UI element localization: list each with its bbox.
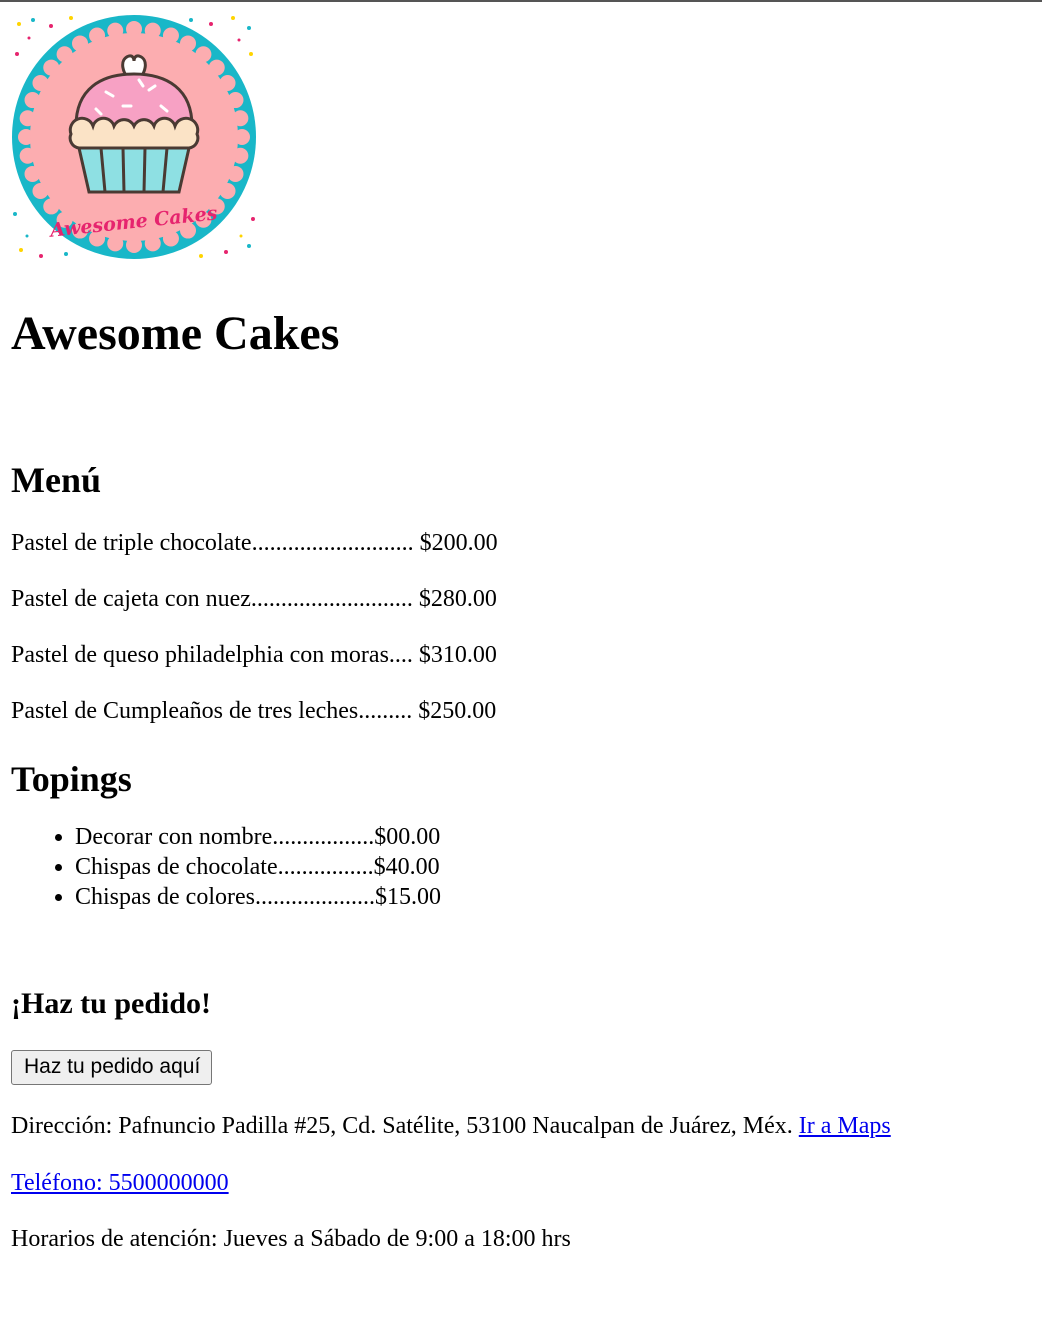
menu-item: Pastel de cajeta con nuez...............… [11, 586, 497, 612]
order-button[interactable]: Haz tu pedido aquí [11, 1050, 213, 1085]
list-item: Chispas de colores....................$1… [75, 882, 1031, 912]
address-text: Dirección: Pafnuncio Padilla #25, Cd. Sa… [11, 1113, 793, 1139]
list-item: Chispas de chocolate................$40.… [75, 852, 1031, 882]
maps-link[interactable]: Ir a Maps [799, 1113, 891, 1139]
menu-heading: Menú [11, 460, 101, 500]
menu-item: Pastel de Cumpleaños de tres leches.....… [11, 698, 497, 724]
phone-link[interactable]: Teléfono: 5500000000 [11, 1170, 229, 1196]
cupcake-cup [77, 146, 191, 194]
page: Awesome Cakes Awesome Cakes Menú Pastel … [0, 14, 1042, 1253]
list-item: Decorar con nombre.................$00.0… [75, 822, 1031, 852]
order-heading: ¡Haz tu pedido! [11, 987, 212, 1020]
menu-list: Pastel de triple chocolate..............… [11, 529, 1031, 725]
topings-heading: Topings [11, 759, 132, 799]
topings-list: Decorar con nombre.................$00.0… [11, 822, 1031, 912]
menu-item: Pastel de triple chocolate..............… [11, 530, 498, 556]
menu-item: Pastel de queso philadelphia con moras..… [11, 642, 497, 668]
hours-text: Horarios de atención: Jueves a Sábado de… [11, 1226, 571, 1252]
address-line: Dirección: Pafnuncio Padilla #25, Cd. Sa… [11, 1112, 1031, 1140]
awesome-cakes-logo: Awesome Cakes [12, 15, 256, 259]
phone-line: Teléfono: 5500000000 [11, 1169, 1031, 1197]
site-title: Awesome Cakes [11, 307, 340, 360]
